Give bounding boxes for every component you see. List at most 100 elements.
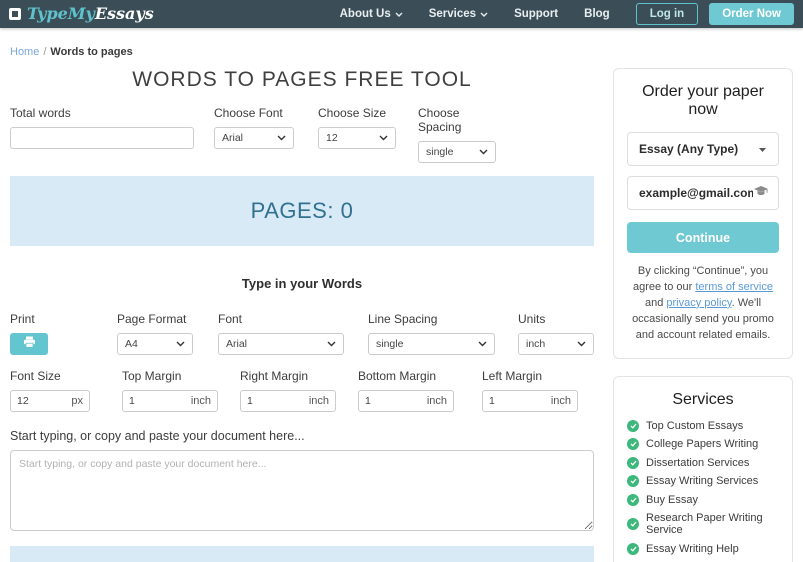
pages-result-top-text: PAGES: 0 [250, 198, 354, 223]
choose-font-select[interactable]: Arial [214, 127, 294, 149]
check-icon [627, 475, 639, 488]
check-icon [627, 542, 639, 555]
service-label: Essay Writing Services [646, 475, 759, 488]
service-label: College Papers Writing [646, 438, 759, 451]
units-label: Units [518, 312, 546, 326]
order-now-button[interactable]: Order Now [709, 3, 794, 25]
service-item[interactable]: Dissertation Services [627, 456, 779, 469]
service-label: Research Paper Writing Service [646, 512, 763, 537]
terms-part-2: and [644, 296, 667, 309]
nav-about-us-label: About Us [339, 8, 391, 20]
units-select[interactable]: inch [518, 333, 594, 355]
editor-row-2: Font Size px Top Margin inch Right Margi… [10, 369, 594, 412]
breadcrumb: Home / Words to pages [0, 28, 803, 58]
font-value: Arial [226, 338, 248, 350]
chevron-down-icon [395, 8, 403, 20]
nav-support[interactable]: Support [514, 8, 558, 20]
email-field[interactable] [639, 186, 753, 200]
print-label: Print [10, 312, 35, 326]
nav-services-label: Services [428, 8, 477, 20]
terms-text: By clicking “Continue”, you agree to our… [627, 264, 779, 344]
line-spacing-label: Line Spacing [368, 312, 438, 326]
graduation-cap-icon [753, 184, 769, 202]
chevron-down-icon [480, 8, 488, 20]
service-item[interactable]: Top Custom Essays [627, 419, 779, 432]
print-button[interactable] [10, 333, 48, 355]
page-format-select[interactable]: A4 [117, 333, 193, 355]
top-margin-label: Top Margin [122, 369, 182, 383]
continue-button[interactable]: Continue [627, 222, 779, 253]
logo-suffix: Essays [94, 4, 154, 23]
paper-type-select[interactable]: Essay (Any Type) [627, 132, 779, 166]
privacy-policy-link[interactable]: privacy policy [666, 297, 731, 309]
right-margin-input[interactable] [247, 395, 309, 407]
right-margin-group: inch [240, 390, 336, 412]
document-textarea[interactable] [10, 450, 594, 531]
breadcrumb-home-link[interactable]: Home [10, 46, 39, 58]
chevron-down-icon [479, 146, 488, 158]
left-margin-unit: inch [550, 395, 571, 407]
services-card: Services Top Custom Essays College Paper… [613, 375, 793, 562]
calculator-row-1: Total words Choose Font Arial Choose Siz… [10, 106, 594, 163]
chevron-down-icon [176, 338, 185, 350]
service-label: Top Custom Essays [646, 419, 744, 432]
nav-about-us[interactable]: About Us [340, 8, 403, 20]
service-label: Buy Essay [646, 493, 698, 506]
nav-blog[interactable]: Blog [584, 8, 610, 20]
site-logo[interactable]: TypeMyEssays [9, 6, 154, 22]
bottom-margin-label: Bottom Margin [358, 369, 437, 383]
bottom-margin-unit: inch [426, 395, 447, 407]
nav-support-label: Support [514, 8, 559, 20]
services-card-title: Services [672, 390, 734, 408]
font-size-input[interactable] [17, 395, 72, 407]
logo-square-icon [9, 8, 21, 20]
total-words-label: Total words [10, 106, 71, 120]
right-margin-label: Right Margin [240, 369, 309, 383]
document-label: Start typing, or copy and paste your doc… [10, 429, 305, 443]
pages-result-bottom: PAGES: 0 [10, 546, 594, 562]
caret-down-icon [758, 142, 767, 156]
service-item[interactable]: Buy Essay [627, 493, 779, 506]
paper-type-value: Essay (Any Type) [639, 142, 739, 156]
choose-size-value: 12 [326, 132, 338, 144]
font-select[interactable]: Arial [218, 333, 344, 355]
left-margin-input[interactable] [489, 395, 551, 407]
content: WORDS TO PAGES FREE TOOL Total words Cho… [0, 58, 803, 562]
chevron-down-icon [379, 132, 388, 144]
check-icon [627, 419, 639, 432]
font-size-unit: px [71, 395, 83, 407]
header-buttons: Log in Order Now [635, 3, 794, 25]
terms-of-service-link[interactable]: terms of service [695, 281, 773, 293]
bottom-margin-input[interactable] [365, 395, 427, 407]
page-format-label: Page Format [117, 312, 187, 326]
choose-size-label: Choose Size [318, 106, 387, 120]
service-item[interactable]: College Papers Writing [627, 438, 779, 451]
service-item[interactable]: Research Paper Writing Service [627, 512, 779, 536]
main-nav: About Us Services Support Blog [340, 8, 610, 20]
bottom-margin-group: inch [358, 390, 454, 412]
top-margin-input[interactable] [129, 395, 191, 407]
breadcrumb-separator: / [43, 46, 47, 58]
chevron-down-icon [478, 338, 487, 350]
service-item[interactable]: Essay Writing Help [627, 542, 779, 555]
font-label: Font [218, 312, 243, 326]
choose-spacing-value: single [426, 146, 454, 158]
page-format-value: A4 [125, 338, 138, 350]
left-margin-label: Left Margin [482, 369, 543, 383]
choose-size-select[interactable]: 12 [318, 127, 396, 149]
line-spacing-value: single [376, 338, 404, 350]
choose-spacing-select[interactable]: single [418, 141, 496, 163]
service-label: Essay Writing Help [646, 542, 739, 555]
line-spacing-select[interactable]: single [368, 333, 495, 355]
page-title: WORDS TO PAGES FREE TOOL [132, 68, 472, 91]
check-icon [627, 518, 639, 531]
nav-services[interactable]: Services [429, 8, 488, 20]
top-navigation-bar: TypeMyEssays About Us Services Support B… [0, 0, 803, 28]
login-button[interactable]: Log in [635, 3, 699, 25]
total-words-input[interactable] [10, 127, 194, 149]
font-size-label: Font Size [10, 369, 61, 383]
chevron-down-icon [577, 338, 586, 350]
main-column: WORDS TO PAGES FREE TOOL Total words Cho… [10, 58, 594, 562]
chevron-down-icon [327, 338, 336, 350]
service-item[interactable]: Essay Writing Services [627, 475, 779, 488]
